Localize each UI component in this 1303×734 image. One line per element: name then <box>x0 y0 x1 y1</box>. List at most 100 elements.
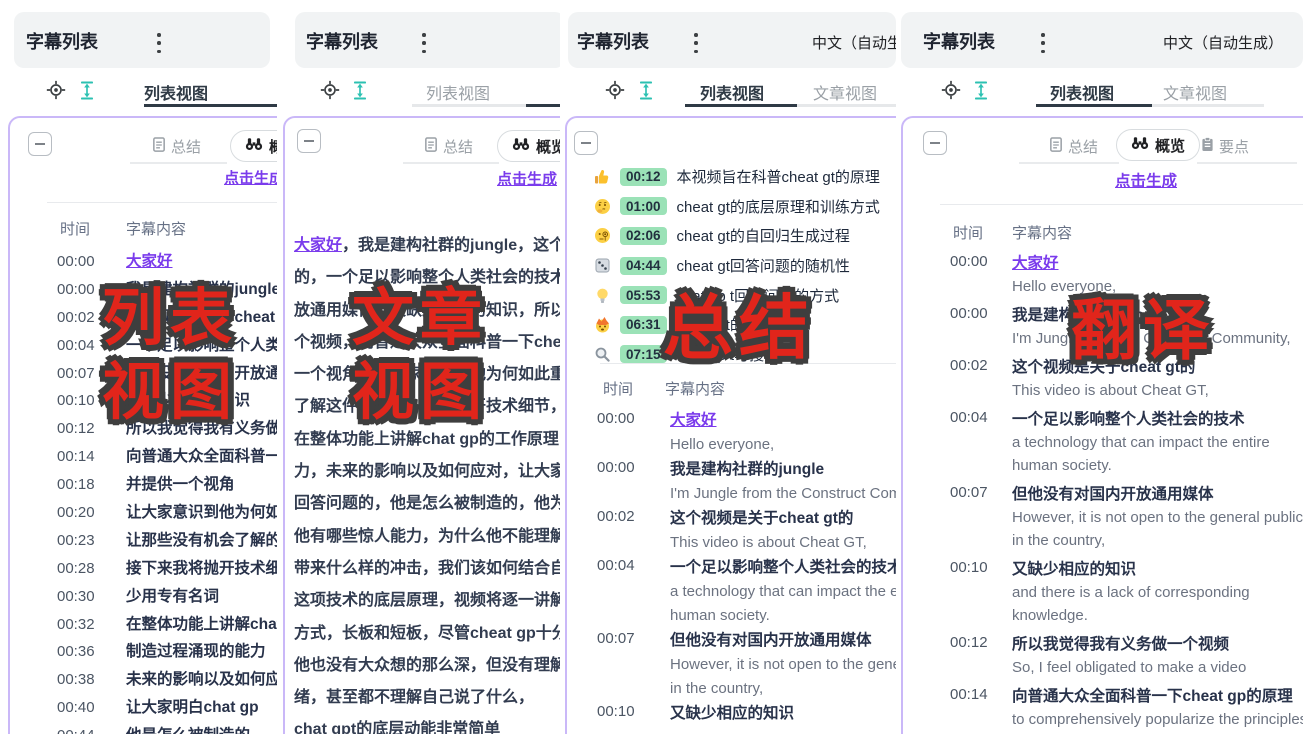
subtitle-text[interactable]: 又缺少相应的知识 <box>126 392 250 409</box>
subtitle-text[interactable]: 这个视频是关于cheat gt的 <box>670 507 896 531</box>
subtitle-text[interactable]: 大家好 <box>670 409 896 433</box>
chapter-time-badge[interactable]: 06:31 <box>620 316 667 334</box>
tab-summary[interactable]: 总结 <box>1049 136 1098 157</box>
subtitle-time[interactable]: 00:00 <box>57 248 126 276</box>
subtitle-time[interactable]: 00:07 <box>57 360 126 388</box>
minimize-button[interactable] <box>574 131 598 155</box>
chapter-time-badge[interactable]: 02:06 <box>620 227 667 245</box>
subtitle-row[interactable]: 00:00大家好 <box>10 248 277 276</box>
subtitle-row[interactable]: 00:00我是建构社群的jungle <box>10 276 277 304</box>
subtitle-text[interactable]: 但他没有对国内开放通用媒体 <box>1012 483 1303 506</box>
subtitle-time[interactable]: 00:10 <box>57 387 126 415</box>
subtitle-text[interactable]: 他是怎么被制造的 <box>126 727 250 734</box>
subtitle-row[interactable]: 00:00大家好Hello everyone, <box>567 409 896 457</box>
chapter-title[interactable]: cheat gt回答问题的随机性 <box>677 255 850 276</box>
minimize-button[interactable] <box>297 129 321 153</box>
subtitle-row[interactable]: 00:20让大家意识到他为何如此重要 <box>10 499 277 527</box>
subtitle-time[interactable]: 00:20 <box>57 499 126 527</box>
locate-icon[interactable] <box>46 80 66 105</box>
subtitle-time[interactable]: 00:07 <box>950 484 988 501</box>
subtitle-text[interactable]: 并提供一个视角 <box>126 476 235 493</box>
subtitle-time[interactable]: 00:07 <box>597 630 635 647</box>
subtitle-text[interactable]: 大家好 <box>126 253 173 270</box>
chapter-time-badge[interactable]: 01:00 <box>620 197 667 215</box>
subtitle-text[interactable]: 我是建构社群的jungle <box>1012 304 1303 327</box>
language-label[interactable]: 中文（自动生成） <box>812 32 896 53</box>
subtitle-row[interactable]: 00:04一个足以影响整个人类社会的技术a technology that ca… <box>903 408 1303 477</box>
subtitle-text[interactable]: 未来的影响以及如何应对 <box>126 671 277 688</box>
subtitle-text[interactable]: 一个足以影响整个人类社会的技术 <box>1012 408 1303 431</box>
tab-keypoints[interactable]: 要点 <box>1201 136 1249 157</box>
subtitle-row[interactable]: 00:07但他没有对国内开放通用媒体However, it is not ope… <box>567 629 896 701</box>
subtitle-row[interactable]: 00:02这个视频是关于cheat gt的This video is about… <box>903 356 1303 402</box>
subtitle-link[interactable]: 大家好 <box>294 237 342 254</box>
subtitle-text[interactable]: 又缺少相应的知识 <box>670 702 896 726</box>
locate-icon[interactable] <box>941 80 961 105</box>
subtitle-row[interactable]: 00:00我是建构社群的jungleI'm Jungle from the Co… <box>903 304 1303 350</box>
subtitle-text[interactable]: 一个足以影响整个人类社会的技术 <box>670 556 896 580</box>
subtitle-row[interactable]: 00:14向普通大众全面科普一下cheat gp的原理to comprehens… <box>903 685 1303 734</box>
kebab-menu-icon[interactable] <box>689 31 703 55</box>
chapter-item[interactable]: 07:15 chat gp t与搜索引擎 <box>567 340 896 370</box>
subtitle-time[interactable]: 00:40 <box>57 694 126 722</box>
subtitle-row[interactable]: 00:40让大家明白chat gp <box>10 694 277 722</box>
tab-overview[interactable]: 概览 <box>230 130 277 162</box>
subtitle-time[interactable]: 00:02 <box>57 304 126 332</box>
subtitle-row[interactable]: 00:10又缺少相应的知识 <box>10 387 277 415</box>
chapter-item[interactable]: 02:06cheat gt的自回归生成过程 <box>567 221 896 251</box>
subtitle-row[interactable]: 00:00大家好Hello everyone, <box>903 252 1303 298</box>
chapter-title[interactable]: chat gp t与搜索引擎 <box>677 344 810 365</box>
subtitle-time[interactable]: 00:30 <box>57 583 126 611</box>
subtitle-text[interactable]: 又缺少相应的知识 <box>1012 558 1303 581</box>
vertical-expand-icon[interactable] <box>972 80 990 106</box>
subtitle-text[interactable]: 让那些没有机会了解的人 <box>126 532 277 549</box>
subtitle-row[interactable]: 00:30少用专有名词 <box>10 583 277 611</box>
subtitle-time[interactable]: 00:10 <box>597 703 635 720</box>
chapter-title[interactable]: cheat gt的惊人能力 <box>677 314 805 335</box>
subtitle-time[interactable]: 00:10 <box>950 559 988 576</box>
chapter-title[interactable]: chat gp t回答问题的方式 <box>677 285 840 306</box>
subtitle-text[interactable]: 所以我觉得我有义务做一个视频 <box>126 420 277 437</box>
subtitle-text[interactable]: 向普通大众全面科普一下cheat gp <box>126 448 277 465</box>
subtitle-time[interactable]: 00:02 <box>597 508 635 525</box>
generate-link[interactable]: 点击生成 <box>497 168 557 189</box>
subtitle-time[interactable]: 00:00 <box>597 459 635 476</box>
chapter-title[interactable]: cheat gt的底层原理和训练方式 <box>677 196 880 217</box>
subtitle-time[interactable]: 00:14 <box>57 443 126 471</box>
subtitle-text[interactable]: 少用专有名词 <box>126 588 219 605</box>
subtitle-text[interactable]: 但他没有对国内开放通用媒体 <box>670 629 896 653</box>
subtitle-row[interactable]: 00:36制造过程涌现的能力 <box>10 638 277 666</box>
chapter-item[interactable]: 05:53chat gp t回答问题的方式 <box>567 280 896 310</box>
subtitle-time[interactable]: 00:18 <box>57 471 126 499</box>
chapter-time-badge[interactable]: 00:12 <box>620 168 667 186</box>
subtitle-row[interactable]: 00:10 又缺少相应的知识 <box>567 702 896 726</box>
generate-link[interactable]: 点击生成 <box>1115 169 1177 191</box>
subtitle-text[interactable]: 这个视频是关于cheat gt的 <box>1012 356 1303 379</box>
vertical-expand-icon[interactable] <box>351 80 369 106</box>
subtitle-time[interactable]: 00:12 <box>57 415 126 443</box>
subtitle-row[interactable]: 00:28接下来我将抛开技术细节 <box>10 555 277 583</box>
subtitle-text[interactable]: 所以我觉得我有义务做一个视频 <box>1012 633 1303 656</box>
tab-article-view[interactable]: 文章视图 <box>1163 80 1227 104</box>
minimize-button[interactable] <box>923 131 947 155</box>
subtitle-row[interactable]: 00:10又缺少相应的知识and there is a lack of corr… <box>903 558 1303 627</box>
tab-list-view[interactable]: 列表视图 <box>144 80 208 104</box>
subtitle-time[interactable]: 00:00 <box>950 253 988 270</box>
subtitle-row[interactable]: 00:32在整体功能上讲解chat gp <box>10 611 277 639</box>
subtitle-time[interactable]: 00:00 <box>597 410 635 427</box>
chapter-item[interactable]: 04:44 cheat gt回答问题的随机性 <box>567 251 896 281</box>
language-label[interactable]: 中文（自动生成） <box>1163 32 1283 53</box>
chapter-item[interactable]: 06:31 cheat gt的惊人能力 <box>567 310 896 340</box>
subtitle-time[interactable]: 00:04 <box>57 332 126 360</box>
chapter-time-badge[interactable]: 04:44 <box>620 257 667 275</box>
subtitle-row[interactable]: 00:38未来的影响以及如何应对 <box>10 666 277 694</box>
kebab-menu-icon[interactable] <box>1036 31 1050 55</box>
subtitle-row[interactable]: 00:44他是怎么被制造的 <box>10 722 277 734</box>
kebab-menu-icon[interactable] <box>152 31 166 55</box>
subtitle-time[interactable]: 00:28 <box>57 555 126 583</box>
chapter-time-badge[interactable]: 07:15 <box>620 345 667 363</box>
subtitle-text[interactable]: 向普通大众全面科普一下cheat gp的原理 <box>1012 685 1303 708</box>
subtitle-time[interactable]: 00:04 <box>950 409 988 426</box>
tab-overview[interactable]: 概览 <box>1116 129 1200 161</box>
subtitle-text[interactable]: 接下来我将抛开技术细节 <box>126 560 277 577</box>
